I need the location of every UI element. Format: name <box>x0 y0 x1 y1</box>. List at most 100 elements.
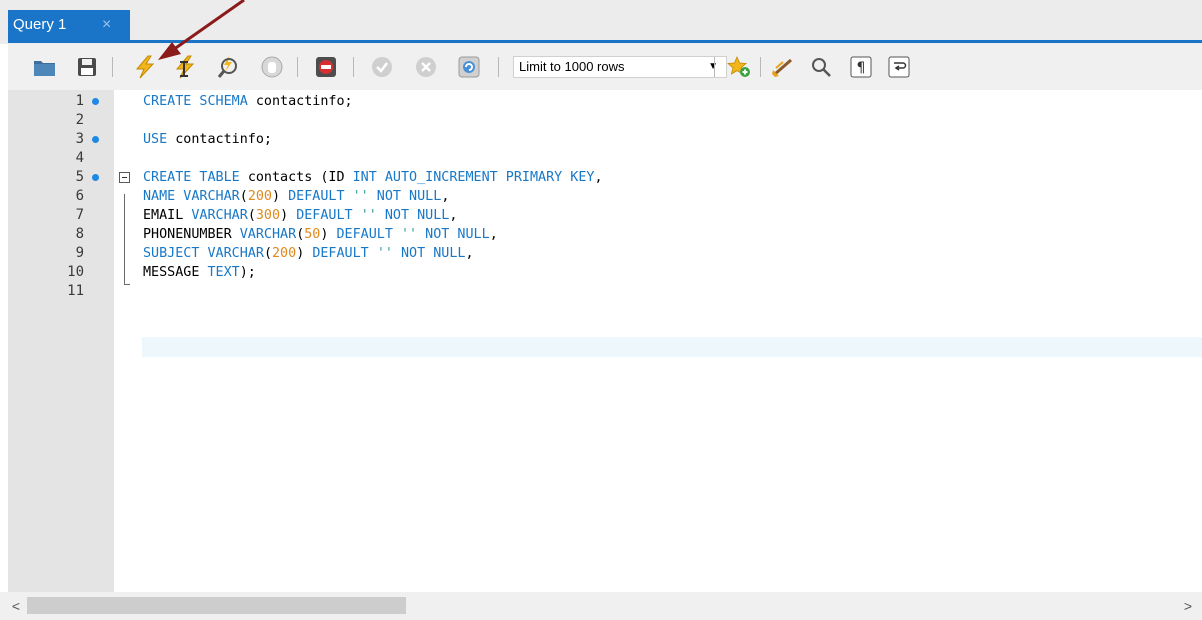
code-token: ( <box>263 246 272 261</box>
star-plus-icon <box>727 56 750 77</box>
code-text[interactable]: EMAIL VARCHAR(300) DEFAULT '' NOT NULL, <box>143 206 457 225</box>
scrollbar-thumb[interactable] <box>27 597 406 614</box>
code-token: 50 <box>304 227 321 242</box>
code-token: VARCHAR <box>239 227 297 242</box>
toggle-autocommit-button[interactable] <box>456 54 482 80</box>
code-token: ) <box>296 246 313 261</box>
folder-icon <box>34 61 55 76</box>
fold-toggle-icon[interactable] <box>119 172 130 183</box>
code-token: ) <box>320 227 337 242</box>
code-token: NOT NULL <box>392 246 466 261</box>
stop-hand-icon <box>261 56 283 78</box>
code-token: CREATE TABLE <box>143 170 248 185</box>
code-token: EMAIL <box>143 208 192 223</box>
lightning-cursor-icon <box>175 55 195 79</box>
scroll-right-arrow-icon[interactable]: > <box>1180 592 1196 620</box>
svg-text:¶: ¶ <box>857 60 866 76</box>
line-number: 1 <box>75 93 84 109</box>
code-token: NOT NULL <box>368 189 442 204</box>
code-text[interactable]: SUBJECT VARCHAR(200) DEFAULT '' NOT NULL… <box>143 244 474 263</box>
code-token: CREATE SCHEMA <box>143 94 256 109</box>
commit-button[interactable] <box>369 54 395 80</box>
code-line: 9 SUBJECT VARCHAR(200) DEFAULT '' NOT NUL… <box>8 244 1202 263</box>
code-token: contacts (ID <box>247 170 353 185</box>
tab-underline <box>8 40 1202 43</box>
code-token: '' <box>352 189 369 204</box>
line-number: 11 <box>67 283 84 299</box>
code-token: , <box>441 189 450 204</box>
rollback-button[interactable] <box>413 54 439 80</box>
close-icon[interactable]: × <box>102 10 118 40</box>
code-token: ( <box>239 189 248 204</box>
code-token: DEFAULT <box>336 227 401 242</box>
execute-all-button[interactable] <box>132 54 158 80</box>
error-stop-icon <box>316 57 336 77</box>
stop-button[interactable] <box>259 54 285 80</box>
line-number: 6 <box>75 188 84 204</box>
beautify-button[interactable] <box>770 54 796 80</box>
code-token: contactinfo; <box>175 132 272 147</box>
code-text[interactable]: PHONENUMBER VARCHAR(50) DEFAULT '' NOT N… <box>143 225 498 244</box>
save-script-button[interactable] <box>74 54 100 80</box>
code-line: 2 <box>8 111 1202 130</box>
tab-query-1[interactable]: Query 1 × <box>8 10 130 40</box>
code-token: DEFAULT <box>312 246 377 261</box>
code-text[interactable]: CREATE TABLE contacts (ID INT AUTO_INCRE… <box>143 168 603 187</box>
execute-current-statement-button[interactable] <box>172 54 198 80</box>
lightning-bolt-icon <box>135 55 155 79</box>
wrap-icon <box>888 56 910 78</box>
code-token: TEXT <box>207 265 240 280</box>
code-token: ); <box>239 265 256 280</box>
sql-editor-window: Query 1 × Limit to 1000 rows ¶ 1 CREATE … <box>0 0 1202 620</box>
code-line: 6 NAME VARCHAR(200) DEFAULT '' NOT NULL, <box>8 187 1202 206</box>
code-text[interactable]: CREATE SCHEMA contactinfo; <box>143 92 353 111</box>
code-token: PHONENUMBER <box>143 227 240 242</box>
code-token: '' <box>376 246 393 261</box>
line-number: 7 <box>75 207 84 223</box>
horizontal-scrollbar[interactable]: < > <box>0 592 1202 620</box>
check-circle-icon <box>372 57 392 77</box>
open-sql-file-button[interactable] <box>32 54 58 80</box>
toggle-stop-on-error-button[interactable] <box>313 54 339 80</box>
code-text[interactable]: USE contactinfo; <box>143 130 272 149</box>
line-number: 9 <box>75 245 84 261</box>
code-text[interactable]: MESSAGE TEXT); <box>143 263 256 282</box>
code-token: NAME VARCHAR <box>143 189 240 204</box>
limit-rows-select[interactable]: Limit to 1000 rows ▼ <box>513 56 727 78</box>
line-number: 2 <box>75 112 84 128</box>
code-line: 11 <box>8 282 1202 301</box>
code-text[interactable]: NAME VARCHAR(200) DEFAULT '' NOT NULL, <box>143 187 449 206</box>
sql-editor[interactable]: 1 CREATE SCHEMA contactinfo; 2 3 USE contact… <box>8 90 1202 592</box>
sql-toolbar: Limit to 1000 rows ▼ <box>8 44 1202 90</box>
code-token: ( <box>247 208 256 223</box>
code-token: NOT NULL <box>417 227 490 242</box>
code-line: 8 PHONENUMBER VARCHAR(50) DEFAULT '' NOT … <box>8 225 1202 244</box>
code-token: '' <box>401 227 418 242</box>
code-token: DEFAULT <box>288 189 353 204</box>
code-token: ) <box>272 189 289 204</box>
brush-icon <box>772 58 792 77</box>
code-token: NOT NULL <box>376 208 450 223</box>
code-token: VARCHAR <box>191 208 248 223</box>
word-wrap-button[interactable] <box>886 54 912 80</box>
code-token: , <box>449 208 458 223</box>
code-token: INT AUTO_INCREMENT PRIMARY KEY <box>352 170 595 185</box>
code-line: 1 CREATE SCHEMA contactinfo; <box>8 92 1202 111</box>
line-number: 8 <box>75 226 84 242</box>
add-snippet-button[interactable] <box>726 54 752 80</box>
code-token: contactinfo; <box>255 94 353 109</box>
statement-marker-icon <box>92 98 99 105</box>
line-number: 3 <box>75 131 84 147</box>
code-line: 5 CREATE TABLE contacts (ID INT AUTO_INCR… <box>8 168 1202 187</box>
scroll-left-arrow-icon[interactable]: < <box>8 592 24 620</box>
code-token: '' <box>360 208 377 223</box>
pilcrow-icon: ¶ <box>850 56 872 78</box>
find-button[interactable] <box>808 54 834 80</box>
code-line: 4 <box>8 149 1202 168</box>
invisible-chars-button[interactable]: ¶ <box>848 54 874 80</box>
x-circle-icon <box>416 57 436 77</box>
code-token: 200 <box>272 246 297 261</box>
code-token: , <box>489 227 498 242</box>
search-icon <box>812 58 831 77</box>
explain-button[interactable] <box>216 54 242 80</box>
